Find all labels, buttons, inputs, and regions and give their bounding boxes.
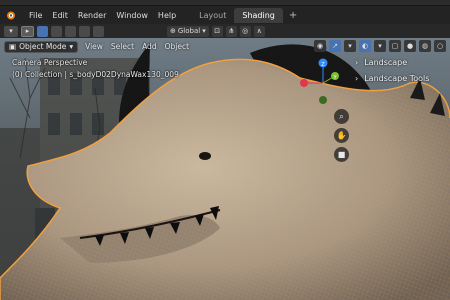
sidebar-item-landscape-tools[interactable]: › Landscape Tools <box>355 70 429 86</box>
orientation-icon: ⊕ <box>170 27 176 35</box>
viewport-header: ▣ Object Mode ▾ View Select Add Object <box>4 40 190 53</box>
gizmo-z-label: Z <box>321 62 325 68</box>
tab-shading[interactable]: Shading <box>234 7 283 23</box>
object-mode-icon: ▣ <box>9 42 17 51</box>
menu-view[interactable]: View <box>84 42 104 51</box>
select-box-icon[interactable] <box>37 25 48 37</box>
gizmo-toggle-icon[interactable]: ↗ <box>329 40 341 52</box>
falloff-icon[interactable]: ∧ <box>253 25 265 37</box>
visibility-icon[interactable]: ◉ <box>314 40 326 52</box>
tab-layout[interactable]: Layout <box>191 8 234 23</box>
orientation-label: Global <box>177 27 201 35</box>
select-intersect-icon[interactable] <box>93 25 104 37</box>
menu-edit[interactable]: Edit <box>47 11 73 20</box>
chevron-right-icon: › <box>355 57 359 67</box>
material-shading-icon[interactable]: ◍ <box>419 40 431 52</box>
creature-eye <box>199 152 211 160</box>
select-invert-icon[interactable] <box>79 25 90 37</box>
gizmo-x-axis[interactable] <box>300 79 308 87</box>
chevron-down-icon[interactable]: ▾ <box>344 40 356 52</box>
camera-icon[interactable]: ■ <box>334 147 349 162</box>
chevron-down-icon: ▾ <box>69 42 74 51</box>
zoom-icon[interactable]: ⌕ <box>334 109 349 124</box>
sidebar-item-label: Landscape <box>364 57 408 67</box>
sidebar-item-landscape[interactable]: › Landscape <box>355 54 429 70</box>
object-mode-label: Object Mode <box>19 42 67 51</box>
sidebar-tabs: › Landscape › Landscape Tools <box>355 54 429 86</box>
chevron-down-icon: ▾ <box>202 27 206 35</box>
menu-file[interactable]: File <box>24 11 47 20</box>
select-subtract-icon[interactable] <box>65 25 76 37</box>
transform-orientation-dropdown[interactable]: ⊕ Global ▾ <box>167 25 209 37</box>
pivot-icon[interactable]: ⊡ <box>211 25 223 37</box>
rendered-shading-icon[interactable]: ○ <box>434 40 446 52</box>
menu-help[interactable]: Help <box>153 11 181 20</box>
gizmo-neg-y[interactable] <box>319 96 327 104</box>
proportional-edit-icon[interactable]: ◎ <box>239 25 251 37</box>
collection-label: (0) Collection | s_bodyD02DynaWax130_009 <box>12 70 179 79</box>
overlay-toggle-icon[interactable]: ◐ <box>359 40 371 52</box>
object-mode-dropdown[interactable]: ▣ Object Mode ▾ <box>4 40 79 53</box>
tool-header: ▾ ▸ ⊕ Global ▾ ⊡ ⋔ ◎ ∧ <box>0 24 450 38</box>
editor-type-icon[interactable]: ▾ <box>4 25 18 37</box>
menu-object[interactable]: Object <box>164 42 190 51</box>
camera-perspective-label: Camera Perspective <box>12 58 88 67</box>
hand-icon[interactable]: ✋ <box>334 128 349 143</box>
viewport-header-right: ◉ ↗ ▾ ◐ ▾ ▢ ● ◍ ○ <box>314 40 446 52</box>
chevron-down-icon[interactable]: ▾ <box>374 40 386 52</box>
menu-render[interactable]: Render <box>73 11 111 20</box>
solid-shading-icon[interactable]: ● <box>404 40 416 52</box>
menu-bar: File Edit Render Window Help Layout Shad… <box>0 6 450 24</box>
menu-window[interactable]: Window <box>111 11 153 20</box>
add-workspace-button[interactable]: + <box>283 10 303 21</box>
chevron-right-icon: › <box>355 73 359 83</box>
menu-select[interactable]: Select <box>110 42 135 51</box>
sidebar-item-label: Landscape Tools <box>364 73 430 83</box>
workspace-tabs: Layout Shading + <box>191 6 303 24</box>
blender-logo-icon[interactable] <box>4 8 18 22</box>
snap-icon[interactable]: ⋔ <box>225 25 237 37</box>
xray-icon[interactable]: ▢ <box>389 40 401 52</box>
menu-add[interactable]: Add <box>141 42 158 51</box>
select-extend-icon[interactable] <box>51 25 62 37</box>
cursor-tool-icon[interactable]: ▸ <box>21 25 34 37</box>
